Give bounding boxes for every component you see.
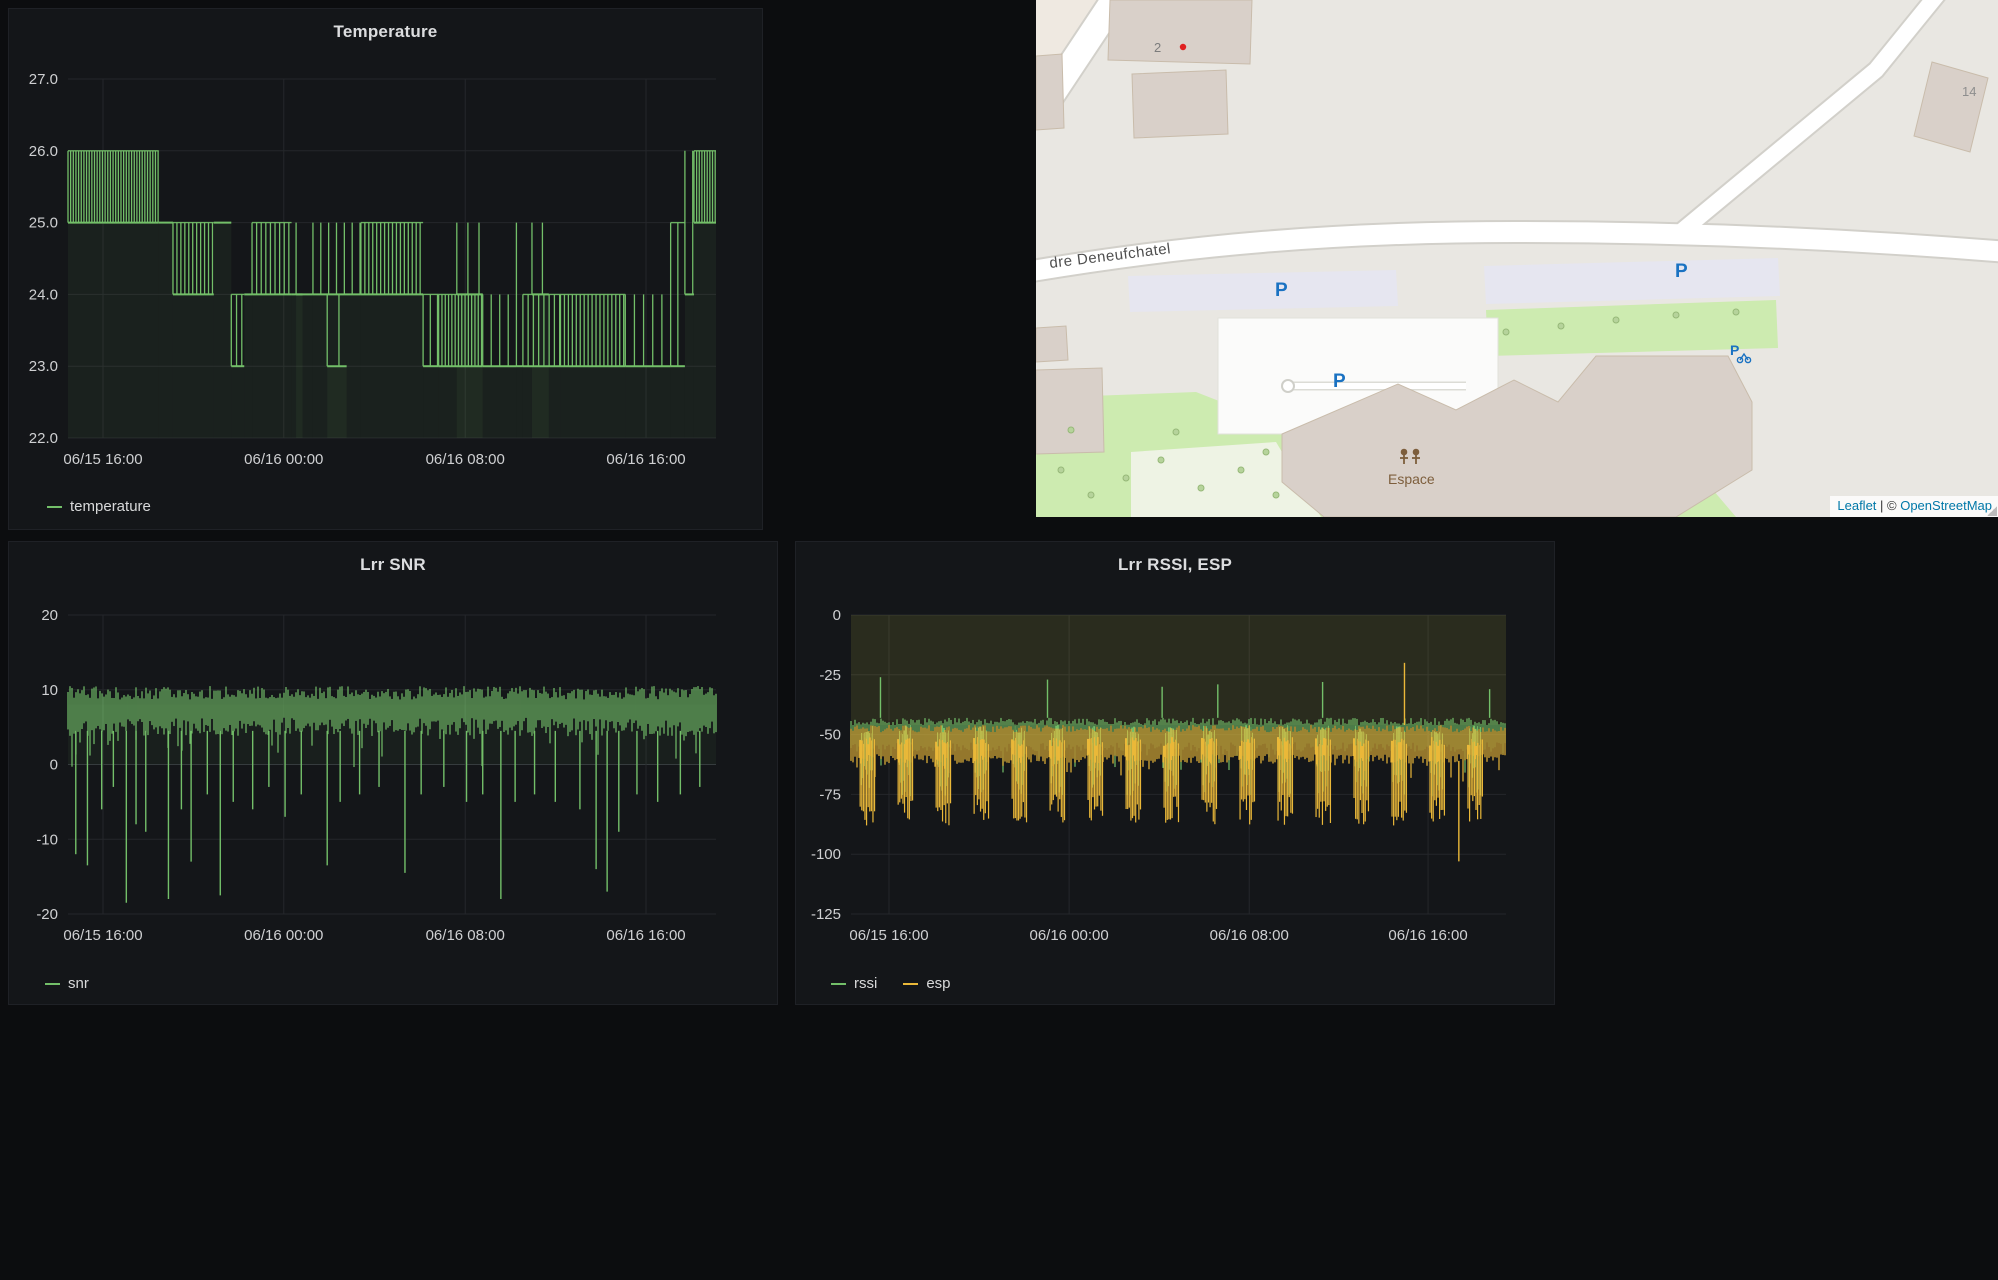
x-tick-label: 06/16 00:00 [1029, 927, 1108, 944]
legend-rssi: rssi esp [831, 975, 951, 992]
x-tick-label: 06/15 16:00 [849, 927, 928, 944]
svg-text:P: P [1730, 342, 1739, 358]
series-fill [231, 366, 244, 438]
y-tick-label: 27.0 [29, 71, 58, 88]
x-tick-label: 06/16 08:00 [426, 451, 505, 468]
series-fill [625, 366, 670, 438]
legend-label: rssi [854, 975, 877, 992]
series-fill [159, 223, 173, 438]
x-tick-label: 06/16 16:00 [606, 927, 685, 944]
series-fill [694, 223, 716, 438]
parking-area-right [1484, 258, 1780, 304]
resize-grip[interactable] [1987, 506, 1997, 516]
leaflet-link[interactable]: Leaflet [1837, 498, 1876, 513]
series-fill [214, 223, 231, 438]
legend-item-esp[interactable]: esp [903, 975, 950, 992]
legend-temperature: temperature [47, 498, 151, 515]
y-tick-label: 0 [833, 607, 841, 624]
series-swatch-temperature [47, 506, 62, 508]
y-tick-label: -25 [819, 667, 841, 684]
y-tick-label: -125 [811, 906, 841, 923]
building [1036, 368, 1104, 454]
legend-item-rssi[interactable]: rssi [831, 975, 877, 992]
x-tick-label: 06/16 00:00 [244, 927, 323, 944]
series-fill [483, 366, 517, 438]
parking-area-left [1128, 270, 1398, 312]
building [1108, 0, 1252, 64]
parking-icon: P [1275, 280, 1288, 301]
series-swatch-snr [45, 983, 60, 985]
panel-snr: Lrr SNR 20100-10-2006/15 16:0006/16 00:0… [8, 541, 778, 1005]
openstreetmap-link[interactable]: OpenStreetMap [1900, 498, 1992, 513]
series-fill [671, 366, 685, 438]
grafana-dashboard: { "panels": { "temperature": {"title": "… [0, 0, 1998, 1280]
house-number-label: 2 [1154, 40, 1161, 55]
attribution-separator: | © [1876, 498, 1900, 513]
series-fill [327, 366, 346, 438]
parking-icon: P [1333, 371, 1346, 392]
legend-label: temperature [70, 498, 151, 515]
y-tick-label: 24.0 [29, 286, 58, 303]
rssi-chart[interactable]: 0 -25 -50 -75 -100 -125 06/15 16:00 06/16 00:00… [796, 542, 1554, 1004]
house-number-label-right: 14 [1962, 84, 1976, 99]
legend-label: snr [68, 975, 89, 992]
building [1132, 70, 1228, 138]
espace-label: Espace [1388, 471, 1435, 487]
series-fill [361, 294, 423, 438]
series-fill [851, 615, 1506, 725]
series-fill [296, 294, 302, 438]
footpath-node [1282, 380, 1294, 392]
building [1036, 54, 1064, 130]
series-swatch-esp [903, 983, 918, 985]
y-tick-label: 20 [41, 607, 58, 624]
parking-icon: P [1675, 261, 1688, 282]
y-tick-label: 26.0 [29, 143, 58, 160]
y-tick-label: 0 [50, 757, 58, 774]
panel-map: dre Deneufchatel 2 14 P P P P Espace Lea… [1036, 0, 1998, 517]
device-marker[interactable] [1180, 44, 1186, 50]
y-tick-label: -100 [811, 846, 841, 863]
series-fill [244, 294, 252, 438]
map-canvas[interactable]: dre Deneufchatel 2 14 P P P P Espace [1036, 0, 1998, 517]
y-tick-label: -50 [819, 727, 841, 744]
map-attribution: Leaflet | © OpenStreetMap [1830, 496, 1998, 517]
legend-label: esp [926, 975, 950, 992]
legend-snr: snr [45, 975, 89, 992]
series-fill [423, 366, 439, 438]
x-tick-label: 06/15 16:00 [63, 927, 142, 944]
x-tick-label: 06/16 00:00 [244, 451, 323, 468]
legend-item-snr[interactable]: snr [45, 975, 89, 992]
series-fill [560, 366, 625, 438]
x-tick-label: 06/16 08:00 [426, 927, 505, 944]
series-fill [516, 366, 522, 438]
series-fills [851, 615, 1506, 725]
temperature-chart[interactable]: 27.0 26.0 25.0 24.0 23.0 22.0 06/15 16:00 06/16… [9, 9, 762, 529]
y-tick-label: 23.0 [29, 358, 58, 375]
y-tick-label: 22.0 [29, 430, 58, 447]
x-tick-label: 06/16 16:00 [606, 451, 685, 468]
y-tick-label: -75 [819, 786, 841, 803]
axis-labels: 20 10 0 -10 -20 06/15 16:00 06/16 00:00 06/16 0… [36, 607, 685, 944]
y-tick-label: 10 [41, 682, 58, 699]
x-tick-label: 06/16 08:00 [1210, 927, 1289, 944]
building [1036, 326, 1068, 362]
series-fill [685, 294, 694, 438]
x-tick-label: 06/15 16:00 [63, 451, 142, 468]
y-tick-label: 25.0 [29, 215, 58, 232]
snr-chart[interactable]: 20 10 0 -10 -20 06/15 16:00 06/16 00:00 06/16 0… [9, 542, 777, 1004]
series-fill [68, 223, 159, 438]
series-swatch-rssi [831, 983, 846, 985]
y-tick-label: -20 [36, 906, 58, 923]
legend-item-temperature[interactable]: temperature [47, 498, 151, 515]
panel-temperature: Temperature 27.026.025.024.023.022.006/1… [8, 8, 763, 530]
series-fill [252, 294, 292, 438]
panel-rssi: Lrr RSSI, ESP 0-25-50-75-100-12506/15 16… [795, 541, 1555, 1005]
y-tick-label: -10 [36, 831, 58, 848]
x-tick-label: 06/16 16:00 [1388, 927, 1467, 944]
series-fill [173, 294, 214, 438]
